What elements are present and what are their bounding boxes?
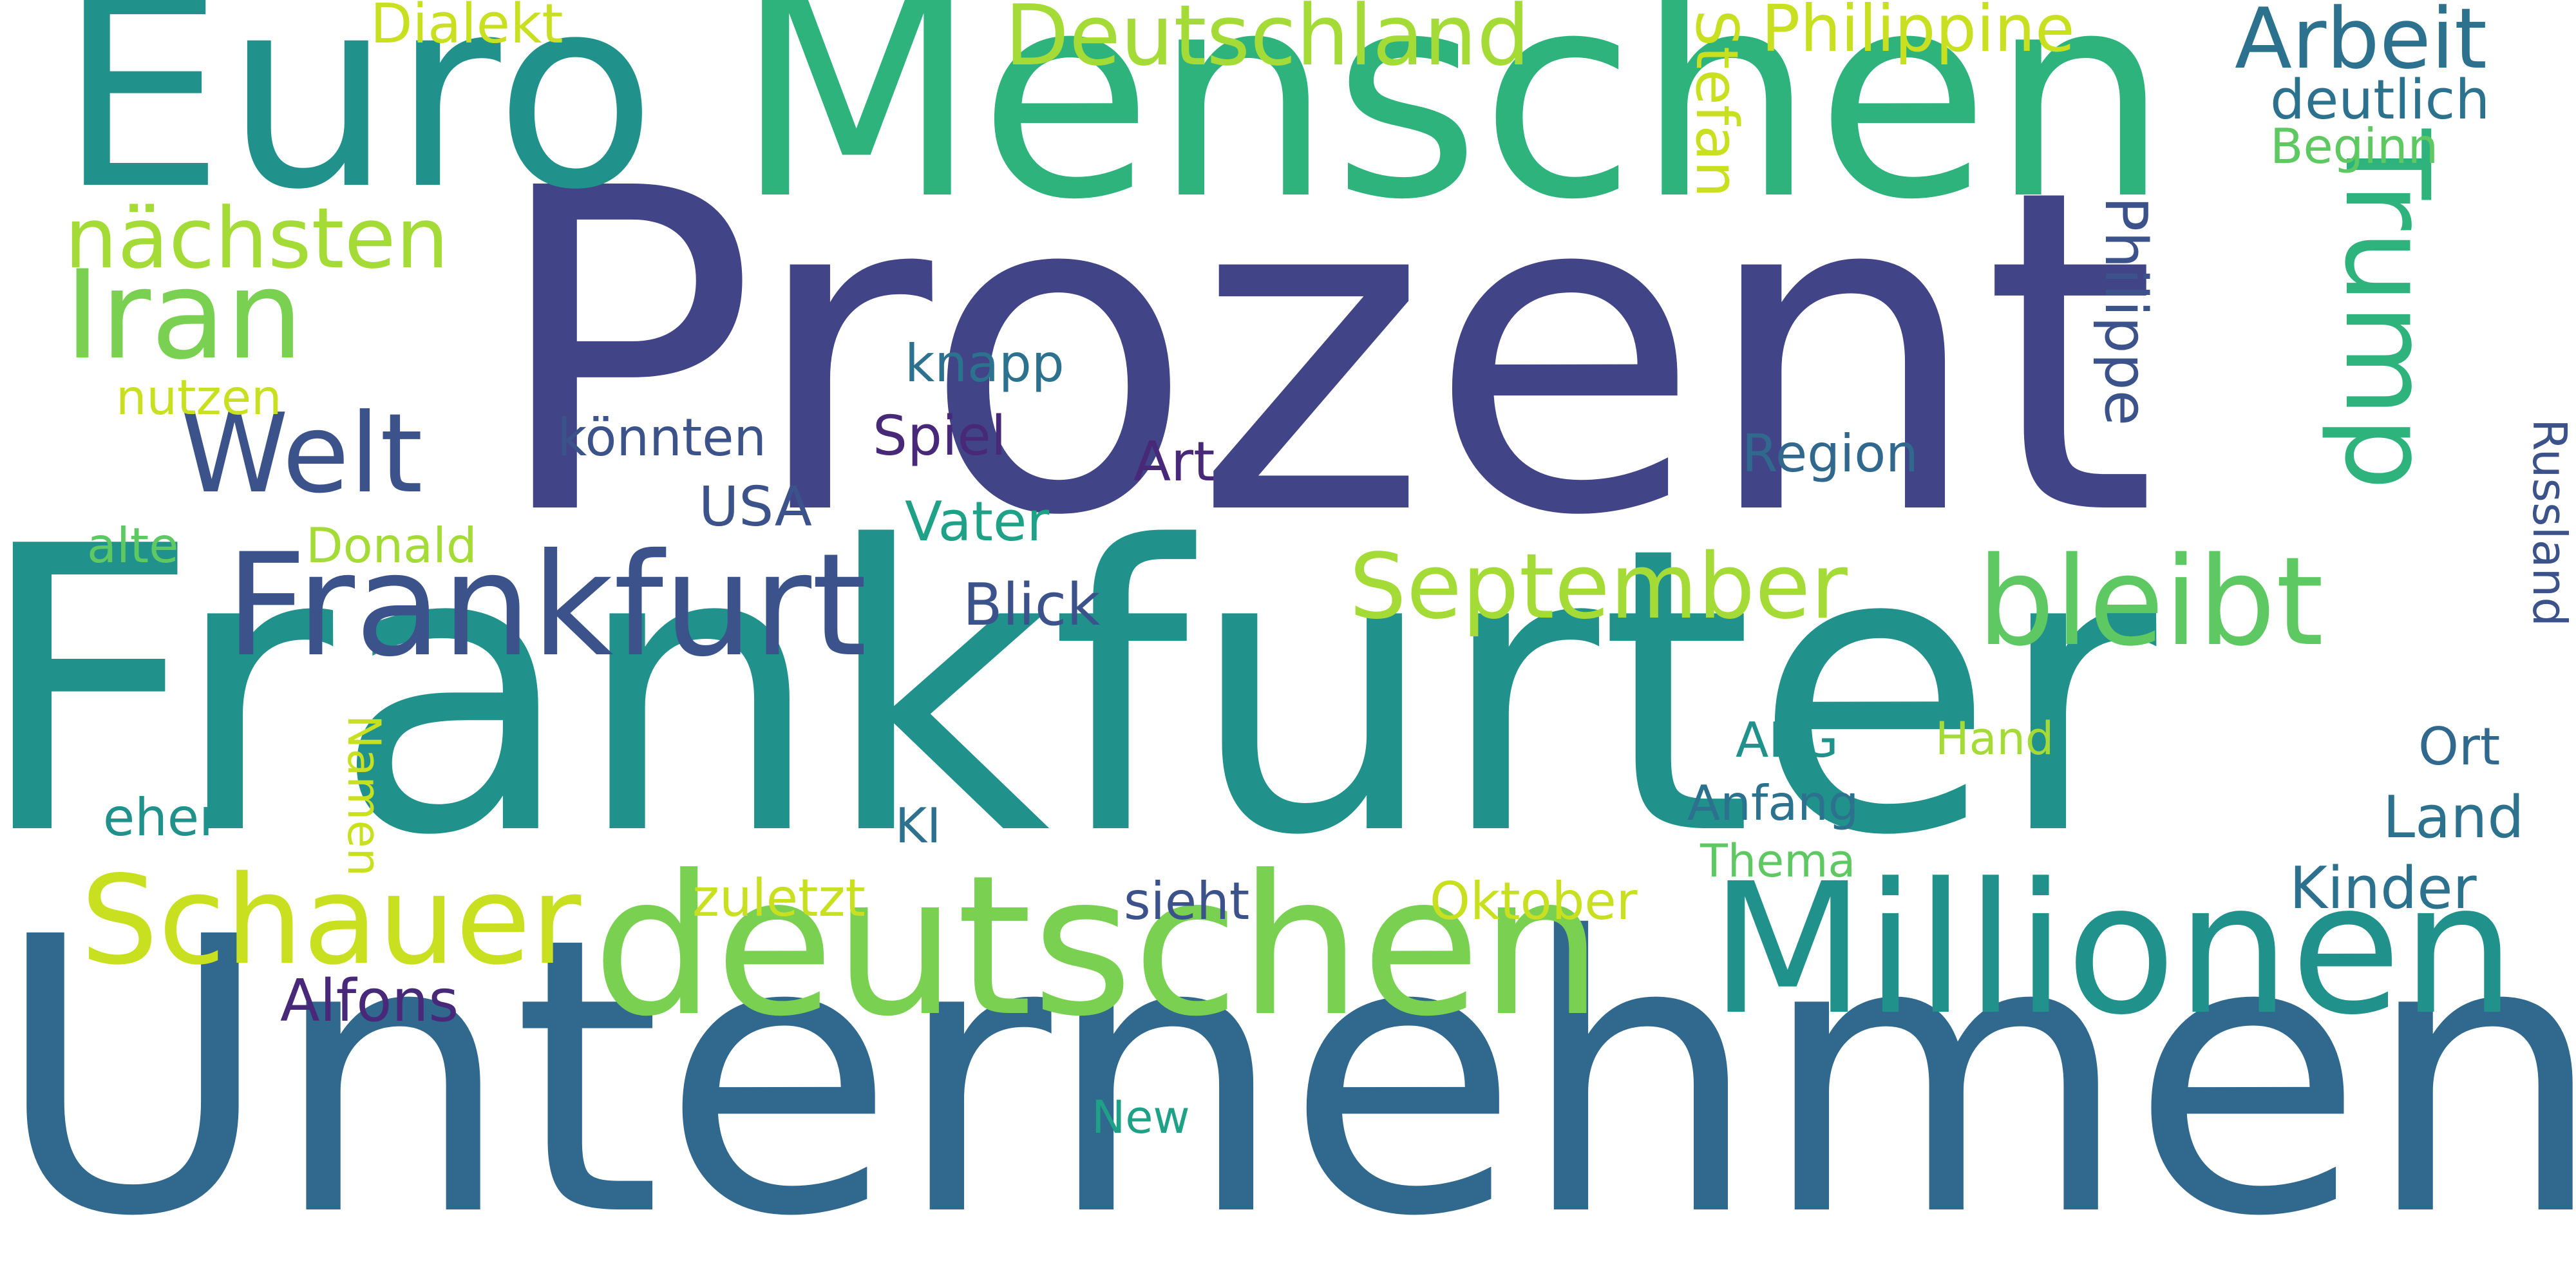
- word-bleibt: bleibt: [1977, 531, 2324, 673]
- word-thema: Thema: [1700, 835, 1856, 887]
- word-zuletzt: zuletzt: [692, 868, 866, 928]
- word-namen: Namen: [337, 715, 390, 876]
- word-anfang: Anfang: [1687, 775, 1859, 831]
- word-region: Region: [1742, 424, 1918, 484]
- word-philippine: Philippine: [1761, 0, 2075, 66]
- word-eher: eher: [103, 788, 221, 848]
- word-donald: Donald: [306, 517, 477, 574]
- word-sieht: sieht: [1124, 871, 1250, 931]
- word-koennten: könnten: [557, 408, 767, 468]
- word-oktober: Oktober: [1430, 871, 1638, 931]
- word-land: Land: [2383, 784, 2524, 851]
- word-september: September: [1349, 535, 1848, 639]
- word-nutzen: nutzen: [116, 369, 282, 426]
- word-trump: Trump: [2319, 129, 2454, 491]
- word-cloud: Prozent Frankfurter Unternehmen Menschen…: [0, 0, 2576, 1288]
- word-spiel: Spiel: [873, 404, 1007, 468]
- word-vater: Vater: [905, 490, 1050, 554]
- word-schauer: Schauer: [80, 849, 582, 992]
- word-ort: Ort: [2418, 717, 2501, 777]
- word-dialekt: Dialekt: [370, 0, 564, 56]
- word-russland: Russland: [2523, 419, 2576, 627]
- word-deutschland: Deutschland: [1005, 0, 1530, 84]
- word-hand: Hand: [1935, 712, 2054, 765]
- word-alte: alte: [87, 517, 179, 574]
- word-kinder: Kinder: [2289, 855, 2477, 922]
- word-alfons: Alfons: [280, 967, 459, 1035]
- word-blick: Blick: [963, 571, 1101, 639]
- word-knapp: knapp: [905, 334, 1065, 393]
- word-new: New: [1092, 1091, 1190, 1144]
- word-stefan: Stefan: [1683, 10, 1750, 198]
- word-abg: ABG: [1736, 712, 1839, 768]
- word-philippe: Philippe: [2092, 196, 2159, 426]
- word-ki: KI: [895, 797, 942, 854]
- word-beginn: Beginn: [2270, 118, 2439, 175]
- word-art: Art: [1133, 430, 1215, 494]
- word-usa: USA: [699, 475, 812, 539]
- word-naechsten: nächsten: [64, 189, 449, 287]
